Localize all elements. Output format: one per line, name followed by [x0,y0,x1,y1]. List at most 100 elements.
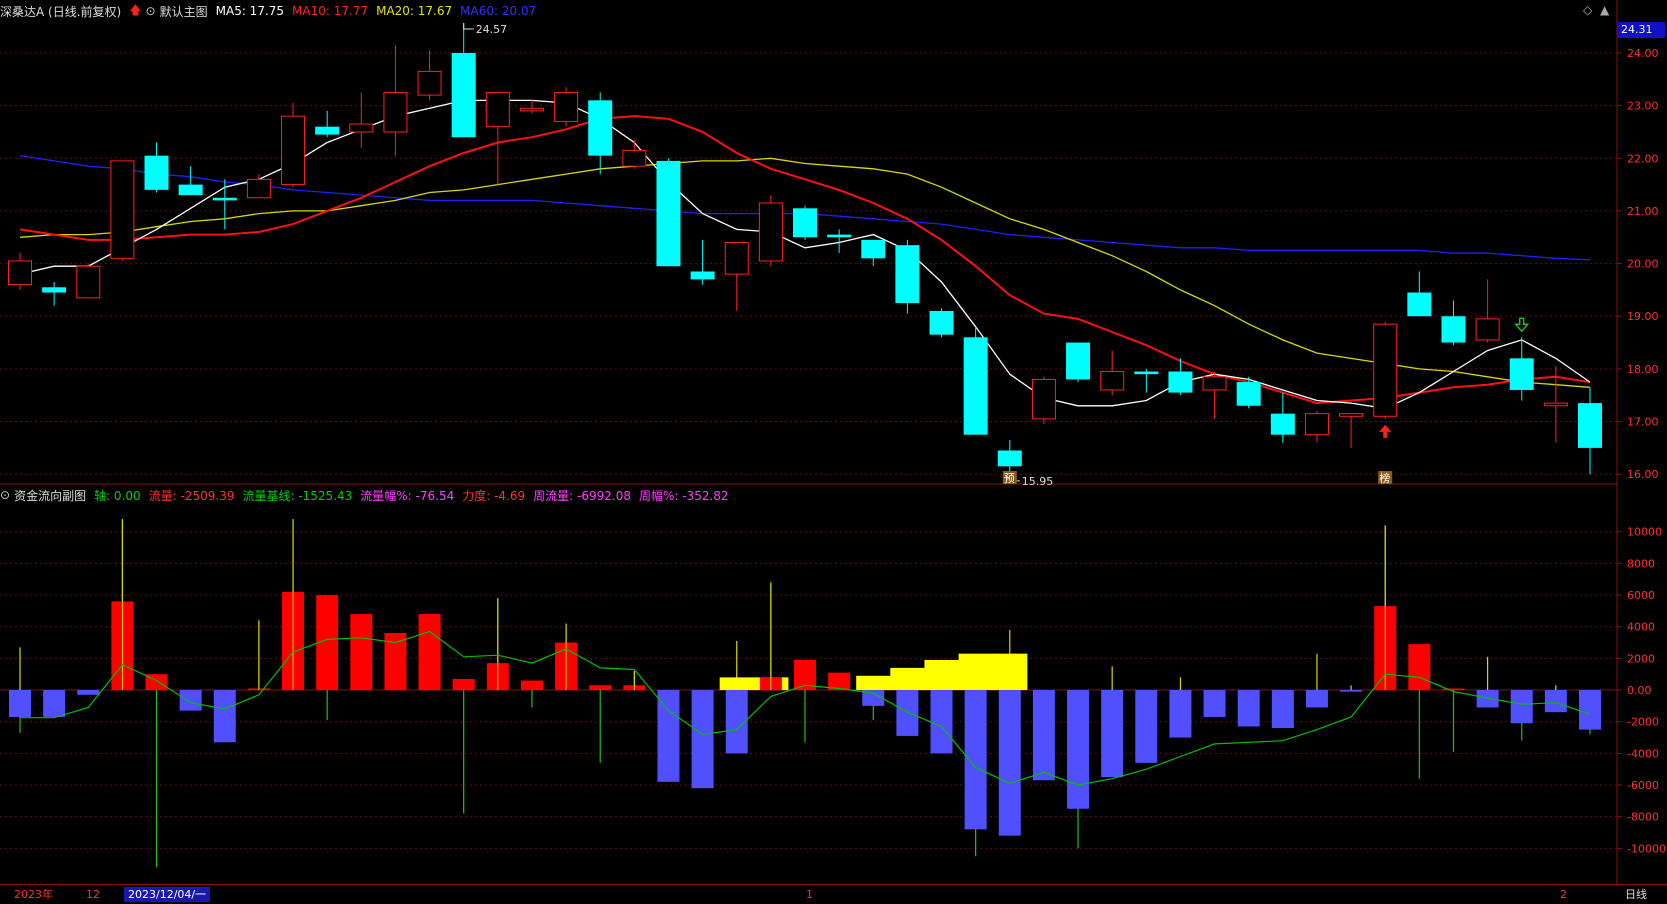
flow-tick-label: 8000 [1627,557,1655,570]
candle-body [485,91,510,128]
week-pct-value: 周幅%: -352.82 [638,488,729,503]
period-label[interactable]: 日线 [1625,887,1647,902]
price-tick-label: 21.00 [1627,205,1659,218]
diamond-icon[interactable]: ◇ [1583,3,1592,17]
candle [1407,271,1432,317]
date-axis[interactable]: 2023年 12 2023/12/04/一 1 2 日线 [0,884,1667,904]
flow-bar [930,690,953,754]
chart-canvas[interactable]: 24.0023.0022.0021.0020.0019.0018.0017.00… [0,0,1667,903]
candle [383,45,408,156]
candle-body [861,239,886,259]
arrow-up-icon: 🡅 [129,2,142,17]
force-value: 力度: -4.69 [462,488,526,503]
flow-tick-label: -10000 [1627,842,1666,855]
candle-body [997,450,1022,467]
candle [758,195,783,267]
candle [895,239,920,314]
flow-yellow-bar [719,677,755,691]
flow-bar [1203,690,1226,717]
candle-body [76,265,101,299]
candle [1031,376,1056,425]
flow-bar [1510,690,1533,724]
candle-body [554,91,579,122]
candle-body [1031,378,1056,420]
template-toggle-icon[interactable]: ⊙ [146,4,156,18]
flow-bar [179,690,202,711]
caret-up-icon[interactable]: ▲ [1600,3,1609,17]
flow-bar [1032,690,1055,781]
candle [1270,392,1295,443]
candle-body [178,184,203,196]
flow-tick-label: 0.00 [1627,684,1652,697]
flow-yellow-bar [890,667,925,691]
flow-bar [1169,690,1192,738]
candle-body [895,245,920,304]
year-label: 2023年 [14,888,53,901]
flow-bar [1408,644,1431,691]
month-1-label: 1 [806,888,813,901]
candle-body [246,178,271,199]
price-tick-label: 20.00 [1627,258,1659,271]
badge-yu: 预 [1004,472,1015,485]
flow-bar [1271,690,1294,729]
candle [1441,300,1466,346]
cursor-date-label: 2023/12/04/一 [124,887,211,902]
candle-body [1134,371,1159,375]
candle [42,282,67,306]
price-tick-label: 17.00 [1627,416,1659,429]
flow-bar [1305,690,1328,708]
sub-toggle-icon[interactable]: ⊙ [0,488,10,502]
candle-body [793,208,817,238]
candle [690,239,715,285]
month-12-label: 12 [86,888,100,901]
candle-body [622,149,647,167]
sub-title[interactable]: 资金流向副图 [14,487,86,504]
flow-yellow-bar [958,653,994,691]
ma5-label: MA5: 17.75 [215,4,285,18]
candle [1373,321,1398,419]
candle [417,50,442,101]
candle [622,139,647,169]
flow-bar [43,690,66,717]
template-name[interactable]: 默认主图 [160,3,208,20]
flow-bar [520,680,543,691]
candle-body [929,310,954,335]
flow-bar [1237,690,1260,727]
candle-body [8,260,32,286]
candle [8,253,32,290]
flow-tick-label: 6000 [1627,589,1655,602]
candle-body [1475,318,1500,341]
axis-value: 轴: 0.00 [94,488,141,503]
stock-title[interactable]: 深桑达A (日线.前复权) [0,3,121,20]
flow-yellow-bar [992,653,1028,691]
low-price-label: 15.95 [1022,475,1054,488]
candle [144,142,169,193]
candle [656,158,681,267]
flow-bar [452,678,475,691]
candle [349,92,374,148]
flow-bar [964,690,987,830]
candle-body [1304,413,1329,436]
candle-body [1578,403,1602,448]
flow-value: 流量: -2509.39 [148,488,235,503]
candle-body [656,160,681,267]
candle-body [1339,413,1364,417]
flow-tick-label: -2000 [1627,716,1659,729]
candle [1304,411,1329,443]
flow-bar [657,690,680,782]
flow-tick-label: 10000 [1627,526,1662,539]
candle [485,91,510,185]
flow-bar [9,690,31,717]
candle-body [144,155,169,190]
candle [1475,279,1500,343]
price-tick-label: 19.00 [1627,310,1659,323]
candle [1066,342,1091,383]
candle-body [417,70,442,96]
flow-yellow-bar [856,675,891,691]
flow-tick-label: -8000 [1627,811,1659,824]
price-tick-label: 24.00 [1627,47,1659,60]
candle-body [1543,402,1568,407]
candle-body [588,100,613,156]
candle [281,102,306,188]
ma5-line [19,99,1591,410]
